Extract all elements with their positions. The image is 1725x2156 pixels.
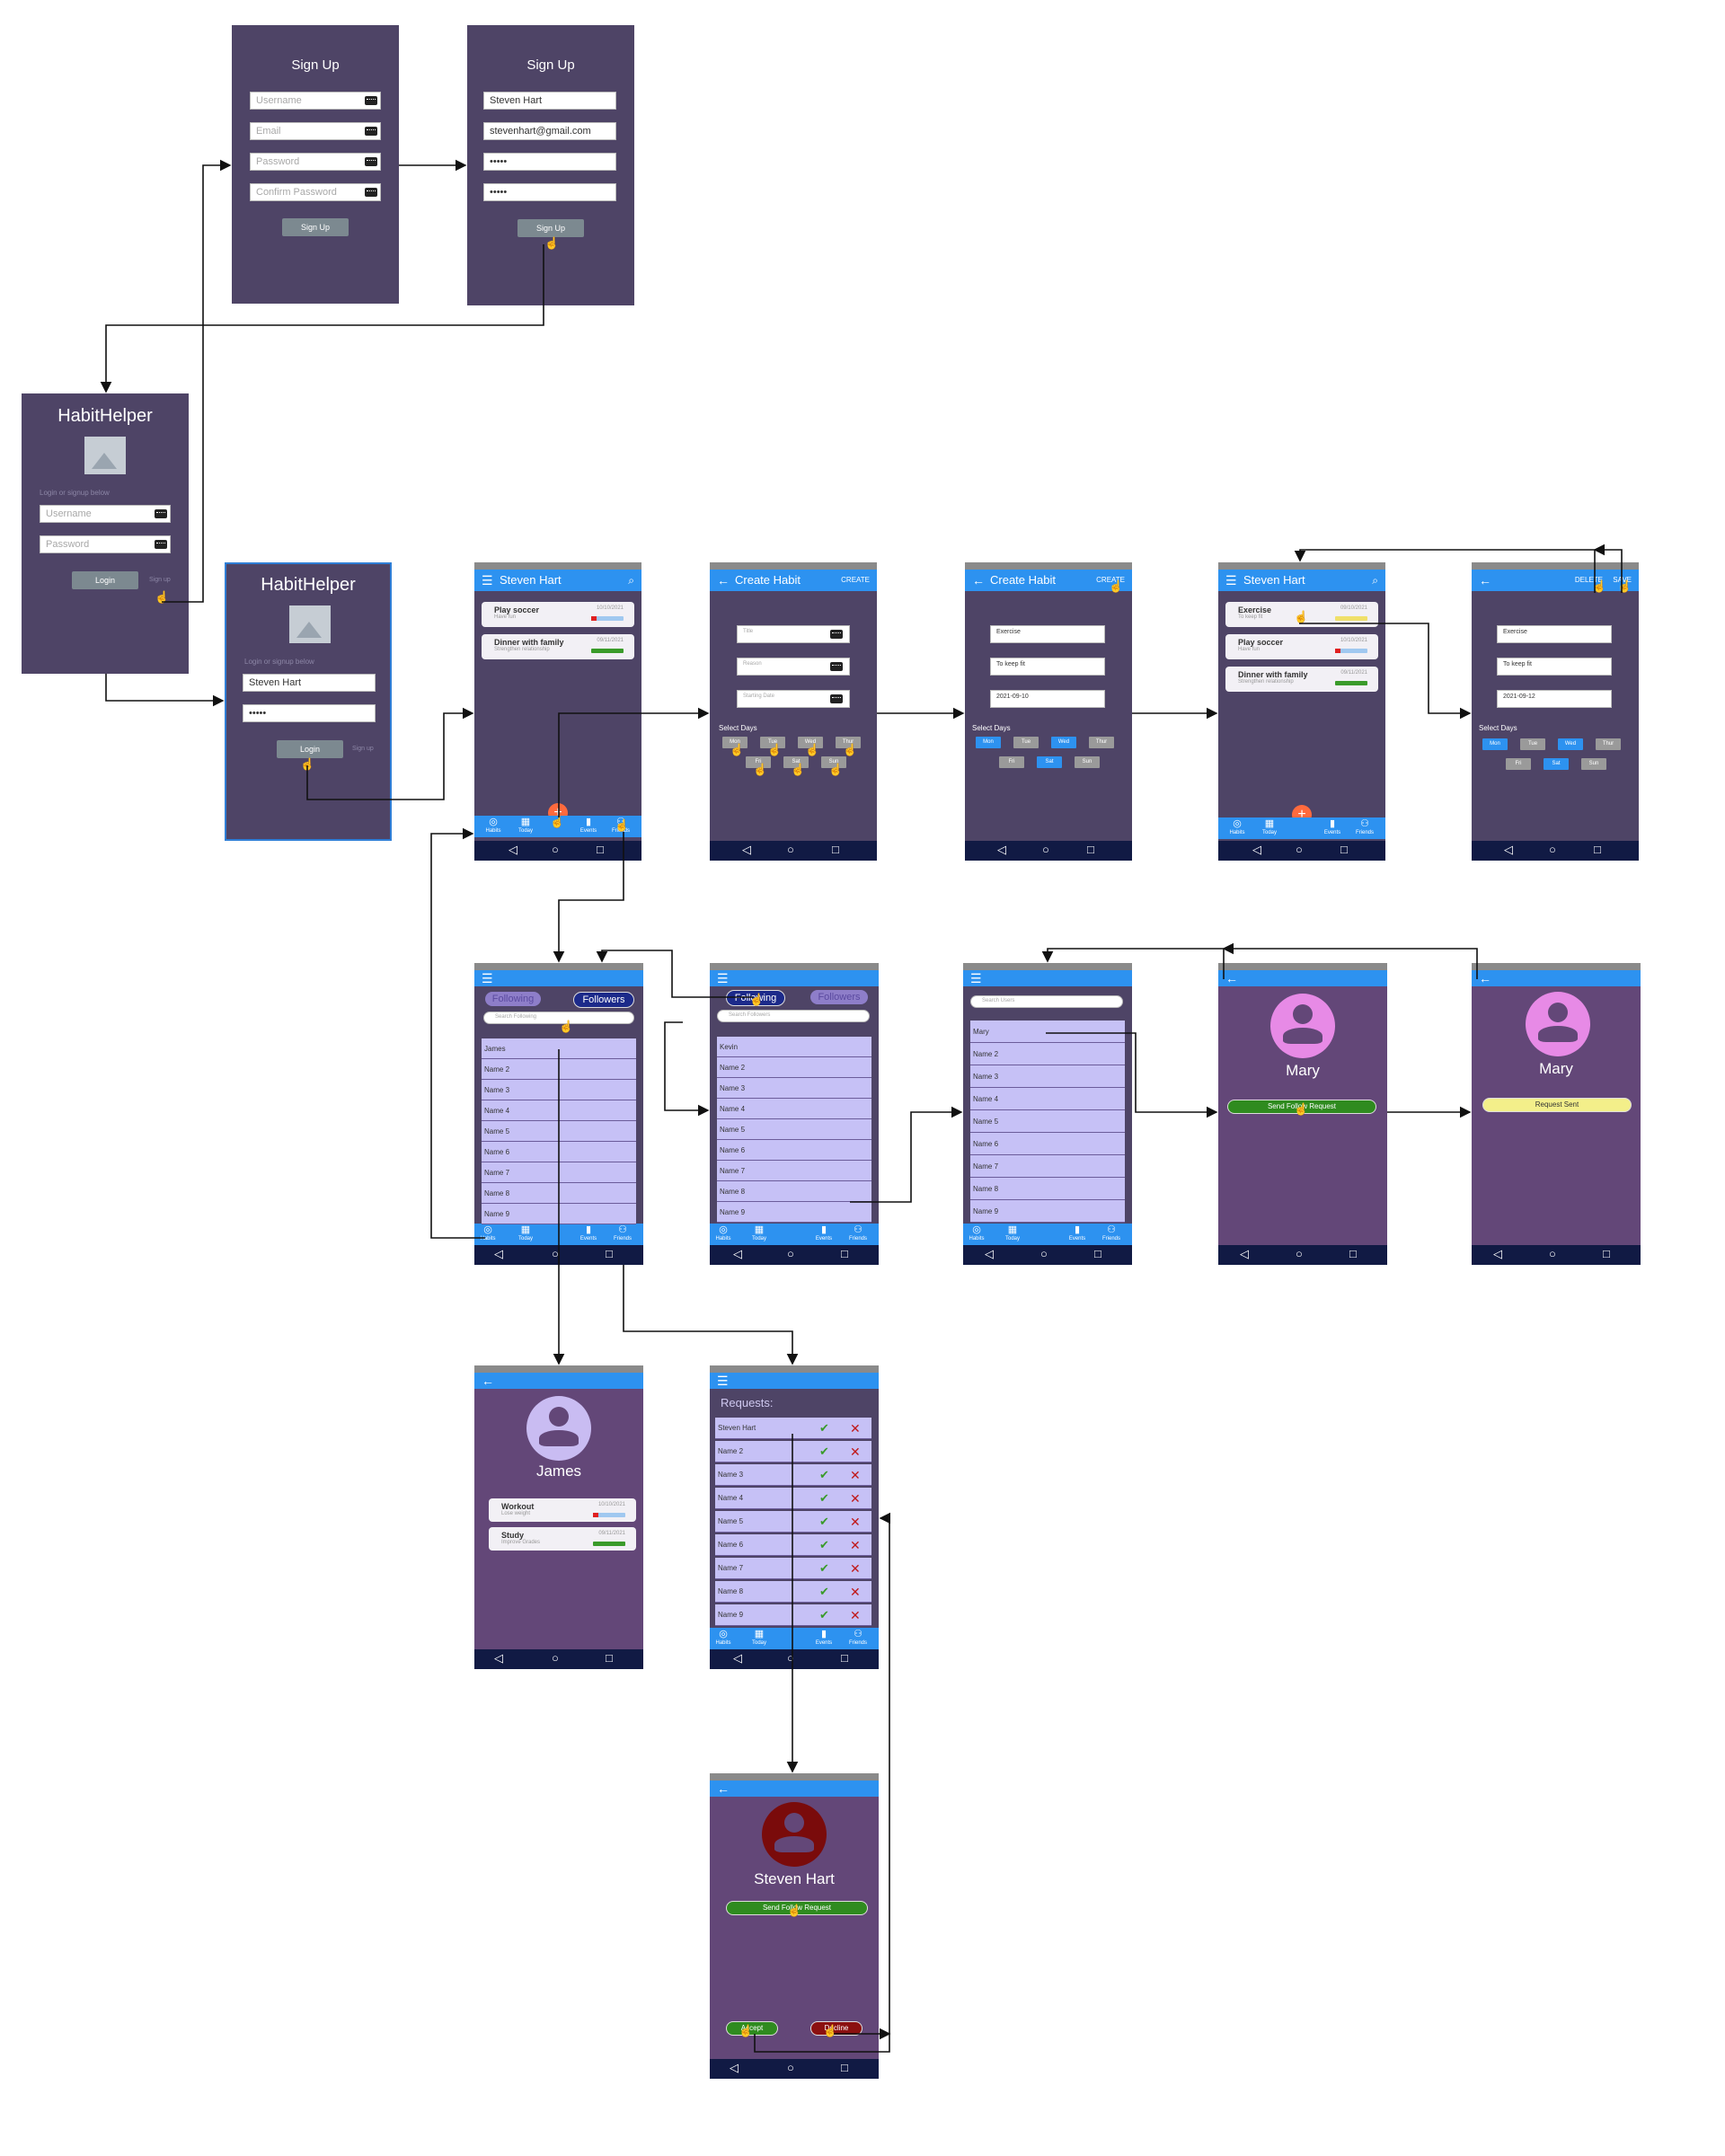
arrow-user-to-mary	[1046, 1032, 1218, 1118]
arrow-habit-to-edit	[1299, 623, 1472, 720]
arrow-login-to-home	[306, 707, 474, 800]
arrow-fab-to-create	[558, 707, 710, 817]
arrow-edit-back-home	[1294, 549, 1596, 593]
flow-arrows	[100, 159, 1623, 2053]
arrow-accept-decline-back	[754, 1512, 891, 2053]
arrow-edit-save-home	[1593, 543, 1623, 593]
arrow-fab-to-search	[850, 1106, 963, 1203]
arrow-followers-tab	[664, 1021, 710, 1117]
arrow-friends-to-following	[553, 832, 624, 963]
arrow-mary-back	[1041, 948, 1225, 979]
arrow-habits-to-home	[430, 827, 485, 1239]
arrow-login-signuplink	[162, 159, 232, 603]
arrow-signup-to-login	[100, 244, 544, 393]
arrow-sent-back	[1222, 942, 1478, 979]
arrow-friends-to-requests	[623, 1265, 799, 1365]
arrow-login-to-filled	[105, 674, 225, 707]
arrow-following-tab	[596, 950, 753, 998]
